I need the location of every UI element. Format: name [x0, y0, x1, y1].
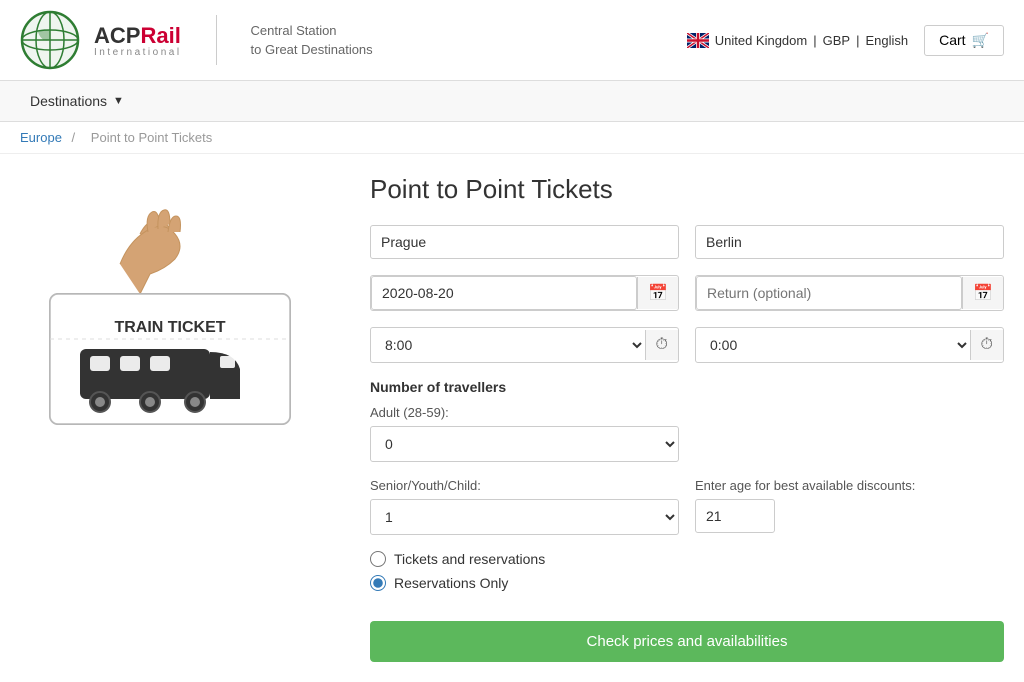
return-date-wrapper: 📅 — [695, 275, 1004, 311]
adult-spacer — [695, 405, 1004, 462]
header: ACPRail International Central Station to… — [0, 0, 1024, 81]
travellers-label: Number of travellers — [370, 379, 1004, 395]
page-title: Point to Point Tickets — [370, 174, 1004, 205]
train-ticket-image: TRAIN TICKET — [20, 174, 320, 434]
locale-currency: GBP — [823, 33, 850, 48]
logo-international: International — [94, 47, 182, 58]
departure-time-icon[interactable]: ⏱ — [645, 330, 678, 360]
senior-label: Senior/Youth/Child: — [370, 478, 679, 493]
nav-destinations[interactable]: Destinations ▼ — [20, 81, 134, 121]
adult-label: Adult (28-59): — [370, 405, 679, 420]
destination-input[interactable] — [695, 225, 1004, 259]
tickets-reservations-radio[interactable] — [370, 551, 386, 567]
departure-time-group: 0:001:002:003:004:005:006:007:008:009:00… — [370, 327, 679, 363]
senior-select[interactable]: 0123456789 — [370, 499, 679, 535]
return-time-wrapper: 0:001:002:003:004:005:006:007:008:009:00… — [695, 327, 1004, 363]
adult-row: Adult (28-59): 0123456789 — [370, 405, 1004, 462]
navbar: Destinations ▼ — [0, 81, 1024, 122]
locale-info: United Kingdom | GBP | English — [687, 33, 908, 48]
return-date-group: 📅 — [695, 275, 1004, 311]
return-date-input[interactable] — [696, 276, 962, 310]
return-time-group: 0:001:002:003:004:005:006:007:008:009:00… — [695, 327, 1004, 363]
cart-icon: 🛒 — [972, 32, 989, 49]
origin-destination-row — [370, 225, 1004, 259]
reservations-only-label[interactable]: Reservations Only — [370, 575, 1004, 591]
departure-time-select[interactable]: 0:001:002:003:004:005:006:007:008:009:00… — [371, 328, 645, 362]
locale-country: United Kingdom — [715, 33, 808, 48]
breadcrumb-current: Point to Point Tickets — [91, 130, 212, 145]
return-time-select[interactable]: 0:001:002:003:004:005:006:007:008:009:00… — [696, 328, 970, 362]
logo-rail: Rail — [140, 23, 180, 48]
uk-flag-icon — [687, 33, 709, 48]
logo-acp: ACP — [94, 23, 140, 48]
adult-group: Adult (28-59): 0123456789 — [370, 405, 679, 462]
logo-globe-icon — [20, 10, 80, 70]
locale-separator2: | — [856, 33, 859, 48]
departure-date-input[interactable] — [371, 276, 637, 310]
locale-separator1: | — [813, 33, 816, 48]
cart-label: Cart — [939, 32, 965, 48]
logo-area: ACPRail International Central Station to… — [20, 10, 373, 70]
logo-tagline: Central Station to Great Destinations — [251, 21, 373, 60]
adult-select[interactable]: 0123456789 — [370, 426, 679, 462]
breadcrumb-separator: / — [72, 130, 76, 145]
destination-group — [695, 225, 1004, 259]
logo-text: ACPRail International — [94, 23, 182, 58]
senior-group: Senior/Youth/Child: 0123456789 — [370, 478, 679, 535]
breadcrumb-europe[interactable]: Europe — [20, 130, 62, 145]
header-divider — [216, 15, 217, 65]
origin-input[interactable] — [370, 225, 679, 259]
tickets-reservations-text: Tickets and reservations — [394, 551, 545, 567]
departure-date-wrapper: 📅 — [370, 275, 679, 311]
breadcrumb: Europe / Point to Point Tickets — [0, 122, 1024, 154]
origin-group — [370, 225, 679, 259]
age-discount-input[interactable] — [695, 499, 775, 533]
locale-language: English — [865, 33, 908, 48]
senior-row: Senior/Youth/Child: 0123456789 Enter age… — [370, 478, 1004, 535]
check-prices-button[interactable]: Check prices and availabilities — [370, 621, 1004, 662]
svg-text:TRAIN TICKET: TRAIN TICKET — [114, 319, 225, 336]
destinations-label: Destinations — [30, 93, 107, 109]
form-area: Point to Point Tickets 📅 📅 — [370, 174, 1004, 662]
age-discount-group: Enter age for best available discounts: — [695, 478, 1004, 535]
reservations-only-text: Reservations Only — [394, 575, 508, 591]
departure-date-group: 📅 — [370, 275, 679, 311]
return-time-icon[interactable]: ⏱ — [970, 330, 1003, 360]
reservations-only-radio[interactable] — [370, 575, 386, 591]
return-calendar-icon[interactable]: 📅 — [962, 277, 1003, 309]
tickets-reservations-label[interactable]: Tickets and reservations — [370, 551, 1004, 567]
departure-time-wrapper: 0:001:002:003:004:005:006:007:008:009:00… — [370, 327, 679, 363]
age-discount-label: Enter age for best available discounts: — [695, 478, 1004, 493]
ticket-type-group: Tickets and reservations Reservations On… — [370, 551, 1004, 591]
tagline-line1: Central Station — [251, 21, 373, 41]
main-content: TRAIN TICKET Point to Point Tickets 📅 — [0, 154, 1024, 682]
tagline-line2: to Great Destinations — [251, 40, 373, 60]
departure-calendar-icon[interactable]: 📅 — [637, 277, 678, 309]
time-row: 0:001:002:003:004:005:006:007:008:009:00… — [370, 327, 1004, 363]
date-row: 📅 📅 — [370, 275, 1004, 311]
cart-button[interactable]: Cart 🛒 — [924, 25, 1004, 56]
destinations-chevron-icon: ▼ — [113, 95, 124, 107]
header-right: United Kingdom | GBP | English Cart 🛒 — [687, 25, 1004, 56]
image-area: TRAIN TICKET — [20, 174, 340, 662]
